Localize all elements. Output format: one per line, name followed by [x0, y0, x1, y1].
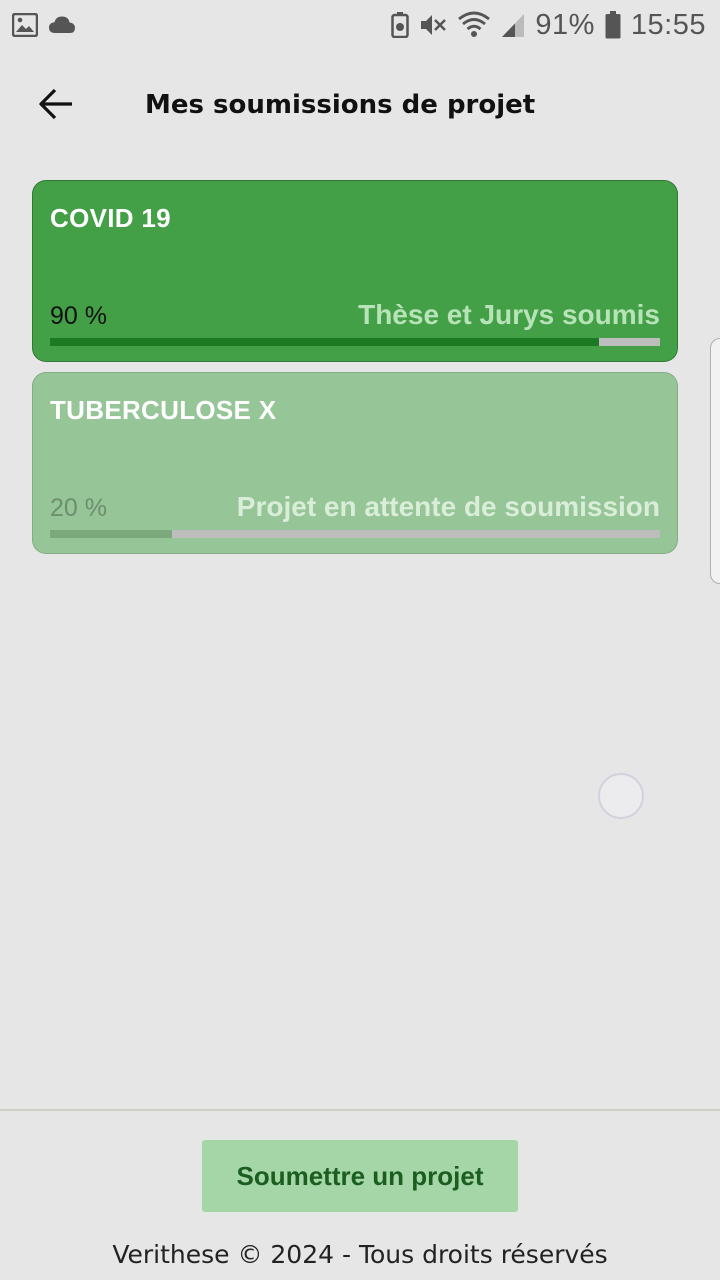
image-icon [12, 13, 38, 37]
project-status: Thèse et Jurys soumis [358, 299, 660, 330]
cloud-icon [48, 15, 76, 35]
progress-bar [50, 530, 660, 538]
back-button[interactable] [36, 86, 76, 126]
progress-percent: 20 % [50, 494, 107, 522]
app-bar: Mes soumissions de projet [0, 70, 720, 142]
project-card-tuberculose[interactable]: TUBERCULOSE X 20 % Projet en attente de … [32, 372, 678, 554]
progress-bar [50, 338, 660, 346]
progress-fill [50, 338, 599, 346]
progress-percent: 90 % [50, 302, 107, 330]
project-title: TUBERCULOSE X [50, 395, 277, 425]
clock: 15:55 [630, 8, 706, 41]
recycle-battery-icon [391, 12, 410, 38]
battery-icon [605, 11, 621, 39]
status-bar: 91% 15:55 [0, 0, 720, 50]
page-title: Mes soumissions de projet [145, 90, 536, 120]
divider [0, 1109, 720, 1111]
arrow-left-icon [38, 88, 74, 124]
project-title: COVID 19 [50, 203, 171, 233]
project-status: Projet en attente de soumission [236, 491, 660, 522]
submit-project-button[interactable]: Soumettre un projet [202, 1140, 518, 1212]
footer-copyright: Verithese © 2024 - Tous droits réservés [112, 1240, 608, 1269]
edge-panel-handle[interactable] [710, 338, 720, 584]
progress-fill [50, 530, 172, 538]
floating-assistive-button[interactable] [598, 773, 644, 819]
project-card-covid[interactable]: COVID 19 90 % Thèse et Jurys soumis [32, 180, 678, 362]
wifi-icon [457, 11, 491, 39]
battery-percent: 91% [535, 8, 595, 41]
mute-icon [419, 12, 447, 38]
signal-icon [501, 12, 525, 38]
